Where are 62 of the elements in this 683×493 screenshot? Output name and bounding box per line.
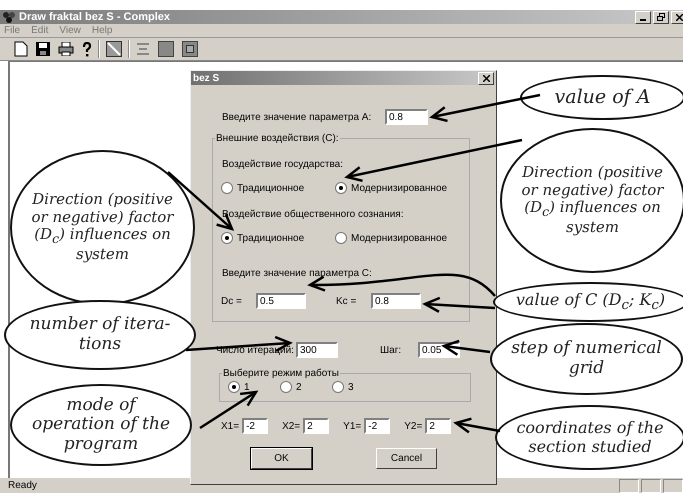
field-label: Введите значение параметра А: <box>222 112 372 122</box>
radio-button[interactable]: 3 <box>332 381 354 393</box>
callout-text: value of C (D$_{c}$; K$_{c}$) <box>514 290 666 314</box>
section-label: Воздействие государства: <box>222 159 344 170</box>
dialog-title: bez S <box>193 72 220 84</box>
dialog-button[interactable]: Cancel <box>376 448 437 469</box>
field-label: Dc = <box>221 296 243 306</box>
close-icon <box>482 74 490 82</box>
callout-text: coordinates of the section studied <box>515 419 665 456</box>
group-label: Выберите режим работы <box>222 368 340 379</box>
close-button[interactable] <box>478 72 494 84</box>
radio-button[interactable]: 1 <box>228 381 250 393</box>
callout-text: Direction (positive or negative) factor (D$_{c}$) influences on system <box>30 191 175 264</box>
input-field[interactable]: 300 <box>296 342 338 358</box>
input-field[interactable]: 2 <box>425 418 452 434</box>
group-label: Внешние воздействия (С): <box>215 133 340 144</box>
dialog-button[interactable]: OK <box>251 448 312 469</box>
draw-tool-icon[interactable] <box>104 41 124 57</box>
input-field[interactable]: 0.8 <box>385 109 428 125</box>
arrow <box>453 418 500 434</box>
input-field[interactable]: -2 <box>242 418 268 434</box>
section-label: Воздействие общественного сознания: <box>222 209 404 220</box>
field-label: Kc = <box>336 296 358 306</box>
callout-text: step of numerical grid <box>510 339 663 379</box>
input-field[interactable]: 2 <box>303 418 330 434</box>
status-pane <box>641 478 661 492</box>
restore-icon <box>657 13 665 21</box>
field-label: X1= <box>221 420 240 432</box>
print-icon[interactable] <box>56 42 76 56</box>
field-label: X2= <box>282 420 300 432</box>
field-label: Y2= <box>404 420 422 432</box>
radio-button[interactable]: Модернизированное <box>335 232 448 244</box>
input-field[interactable]: 0.5 <box>256 293 306 309</box>
radio-button[interactable]: 2 <box>280 381 302 393</box>
callout-text: value of A <box>554 86 652 108</box>
new-file-icon[interactable] <box>12 41 30 57</box>
field-label: Шаг: <box>380 344 402 356</box>
input-field[interactable]: 0.8 <box>371 293 421 309</box>
arrow <box>441 340 490 356</box>
arrow <box>199 390 258 430</box>
section-label: Введите значение параметра С: <box>222 268 373 279</box>
restore-button[interactable] <box>653 10 669 24</box>
radio-button[interactable]: Традиционное <box>221 232 335 244</box>
save-icon[interactable] <box>34 42 52 56</box>
status-text: Ready <box>8 480 37 491</box>
input-field[interactable]: -2 <box>364 418 390 434</box>
close-icon <box>676 14 682 20</box>
close-button[interactable] <box>671 10 683 24</box>
window-title: Draw fraktal bez S - Complex <box>19 11 170 23</box>
square-icon[interactable] <box>156 41 176 57</box>
callout-text: mode of operation of the program <box>30 396 172 454</box>
callout-text: number of itera- tions <box>28 315 172 355</box>
field-label: Y1= <box>343 420 362 432</box>
app-icon <box>2 11 16 23</box>
minimize-button[interactable] <box>635 10 651 24</box>
help-icon[interactable] <box>80 42 94 56</box>
status-pane <box>663 478 683 492</box>
radio-button[interactable]: Традиционное <box>221 182 335 194</box>
frame-icon[interactable] <box>180 41 200 57</box>
radio-button[interactable]: Модернизированное <box>335 182 448 194</box>
status-pane <box>619 478 639 492</box>
callout-text: Direction (positive or negative) factor (D$_{c}$) influences on system <box>520 164 665 237</box>
